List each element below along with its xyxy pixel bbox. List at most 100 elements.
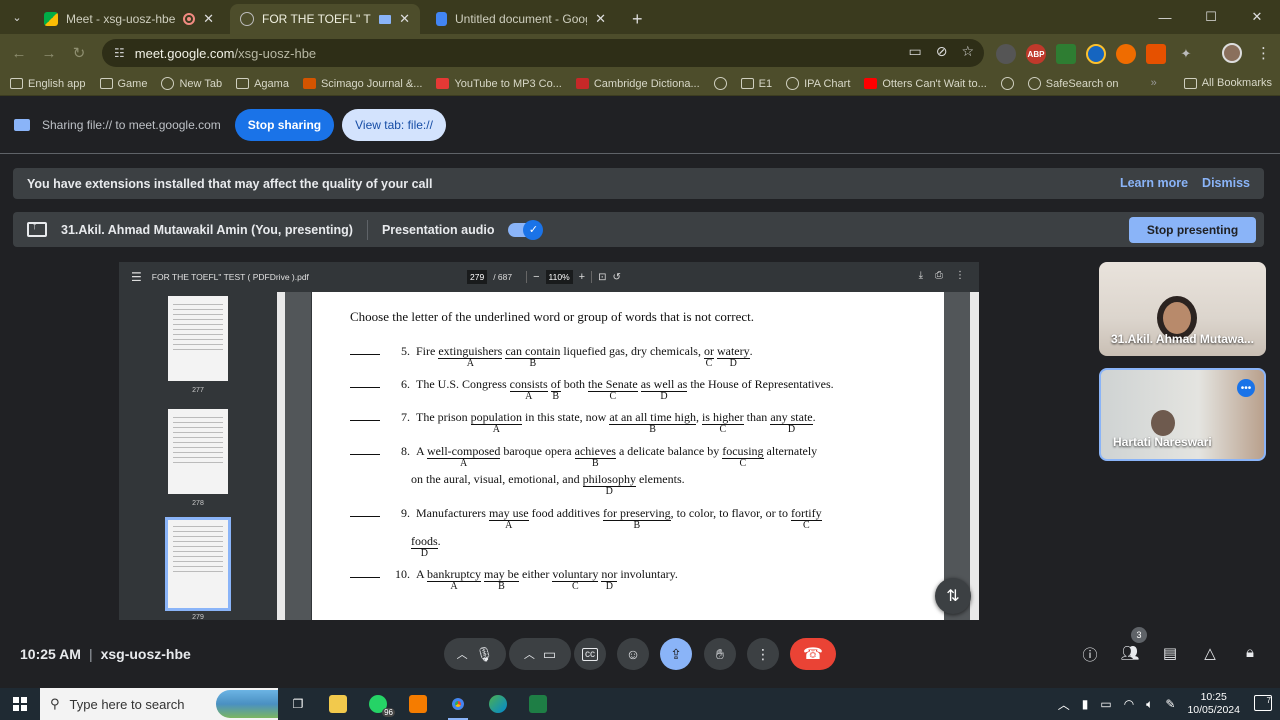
edge-button[interactable]	[478, 688, 518, 720]
participant-tile-active[interactable]: ••• Hartati Nareswari	[1099, 368, 1266, 461]
download-icon[interactable]: ⤓	[919, 270, 923, 281]
extension-icon[interactable]	[996, 44, 1016, 64]
bookmark-item[interactable]: E1	[740, 78, 772, 90]
whatsapp-button[interactable]: 96	[358, 688, 398, 720]
start-button[interactable]	[0, 697, 40, 711]
view-tab-button[interactable]: View tab: file://	[342, 108, 446, 141]
zoom-input[interactable]: 110%	[545, 270, 573, 284]
thumbnail-scrollbar[interactable]	[277, 292, 285, 620]
taskbar-clock[interactable]: 10:25 10/05/2024	[1187, 691, 1240, 717]
reactions-button[interactable]: ☺	[617, 638, 649, 670]
camera-icon[interactable]: ▭	[908, 43, 921, 60]
microphone-control[interactable]: ︿ 🎙︎	[444, 638, 506, 670]
document-scrollbar[interactable]	[970, 292, 979, 620]
stop-sharing-button[interactable]: Stop sharing	[234, 108, 335, 141]
tab-meet[interactable]: Meet - xsg-uosz-hbe ✕	[34, 4, 224, 34]
rotate-icon[interactable]: ↺	[612, 272, 620, 283]
extensions-puzzle-icon[interactable]: ✦	[1176, 44, 1196, 64]
chevron-right-icon[interactable]: »	[1151, 77, 1157, 89]
page-number-input[interactable]: 279	[467, 270, 488, 284]
app-button[interactable]	[398, 688, 438, 720]
people-icon[interactable]: 👥︎	[1119, 644, 1141, 662]
bookmark-folder[interactable]: English app	[10, 78, 86, 90]
raise-hand-button[interactable]: ✋︎	[704, 638, 736, 670]
bookmark-folder[interactable]: Agama	[236, 78, 289, 90]
profile-avatar[interactable]	[1222, 43, 1242, 63]
task-view-button[interactable]: ❐	[278, 688, 318, 720]
menu-icon[interactable]: ☰	[131, 270, 142, 284]
activities-icon[interactable]: △	[1199, 644, 1221, 662]
participant-tile[interactable]: 31.Akil. Ahmad Mutawa...	[1099, 262, 1266, 356]
bookmark-folder[interactable]: Game	[99, 78, 147, 90]
leave-call-button[interactable]: ☎︎	[790, 638, 836, 670]
microphone-icon[interactable]: ▮	[1082, 697, 1089, 711]
wifi-icon[interactable]: ◠	[1124, 697, 1134, 711]
fit-page-icon[interactable]: ⊡	[598, 272, 606, 283]
chevron-up-icon[interactable]: ︿	[524, 646, 535, 662]
all-bookmarks[interactable]: » All Bookmarks	[1151, 77, 1272, 89]
captions-button[interactable]: cc	[574, 638, 606, 670]
chrome-button[interactable]	[438, 688, 478, 720]
tab-pdf[interactable]: FOR THE TOEFL" TEST ( PDF ✕	[230, 4, 420, 34]
camera-control[interactable]: ︿ ▭	[509, 638, 571, 670]
extension-square-icon[interactable]	[1146, 44, 1166, 64]
more-options-button[interactable]: ⋮	[747, 638, 779, 670]
pen-icon[interactable]: ✎	[1165, 697, 1175, 711]
tab-docs[interactable]: Untitled document - Google D ✕	[426, 4, 616, 34]
page-thumbnail[interactable]	[168, 296, 228, 381]
maximize-icon[interactable]: ☐	[1188, 0, 1234, 34]
dismiss-link[interactable]: Dismiss	[1202, 176, 1250, 190]
extension-orange-icon[interactable]	[1116, 44, 1136, 64]
extension-leaf-icon[interactable]	[1056, 44, 1076, 64]
bookmark-star-icon[interactable]: ☆	[961, 43, 974, 60]
more-options-icon[interactable]: •••	[1237, 379, 1255, 397]
close-tab-icon[interactable]: ✕	[203, 11, 214, 27]
close-tab-icon[interactable]: ✕	[595, 11, 606, 27]
chat-icon[interactable]: ▤	[1159, 644, 1181, 662]
chrome-menu-icon[interactable]: ⋮	[1256, 44, 1271, 62]
bookmark-item[interactable]: IPA Chart	[786, 77, 850, 90]
back-icon[interactable]: ←	[4, 45, 34, 62]
file-explorer-button[interactable]	[318, 688, 358, 720]
adblock-plus-icon[interactable]: ABP	[1026, 44, 1046, 64]
page-thumbnail[interactable]	[168, 409, 228, 494]
bookmark-item[interactable]: YouTube to MP3 Co...	[436, 78, 562, 90]
minimize-icon[interactable]: —	[1142, 0, 1188, 34]
notification-center-icon[interactable]: 7	[1254, 695, 1272, 711]
host-controls-icon[interactable]: 🔒︎	[1239, 644, 1261, 661]
bookmark-item[interactable]: SafeSearch on	[1027, 77, 1119, 90]
forward-icon[interactable]: →	[34, 45, 64, 62]
more-options-icon[interactable]: ⋮	[955, 270, 965, 281]
chevron-up-icon[interactable]: ︿	[1058, 696, 1070, 713]
bookmark-item[interactable]: Otters Can't Wait to...	[864, 78, 987, 90]
address-bar[interactable]: ☷ meet.google.com/xsg-uosz-hbe ▭ ⊘ ☆	[102, 39, 984, 67]
stop-presenting-button[interactable]: Stop presenting	[1129, 217, 1256, 243]
eye-off-icon[interactable]: ⊘	[936, 43, 948, 60]
print-icon[interactable]: ⎙	[935, 270, 943, 281]
bookmark-item[interactable]	[713, 77, 727, 90]
close-tab-icon[interactable]: ✕	[399, 11, 410, 27]
presentation-audio-toggle[interactable]: ✓	[508, 219, 544, 240]
close-window-icon[interactable]: ✕	[1234, 0, 1280, 34]
present-now-button[interactable]: ⇪	[660, 638, 692, 670]
zoom-out-icon[interactable]: −	[533, 271, 539, 283]
extension-ring-icon[interactable]	[1086, 44, 1106, 64]
volume-icon[interactable]: 🔈︎	[1146, 697, 1153, 712]
taskbar-search[interactable]: ⚲ Type here to search	[40, 688, 278, 720]
tab-search-chevron-icon[interactable]: ⌄	[0, 0, 34, 34]
bookmark-item[interactable]	[1000, 77, 1014, 90]
excel-button[interactable]	[518, 688, 558, 720]
page-thumbnail-selected[interactable]	[165, 517, 231, 611]
new-tab-button[interactable]: +	[622, 4, 653, 34]
meeting-info-icon[interactable]: ⓘ	[1079, 644, 1101, 665]
chevron-up-icon[interactable]: ︿	[457, 646, 468, 662]
learn-more-link[interactable]: Learn more	[1120, 176, 1188, 190]
battery-icon[interactable]: ▭	[1100, 697, 1111, 711]
bookmark-item[interactable]: Scimago Journal &...	[302, 78, 422, 90]
site-info-icon[interactable]: ☷	[114, 46, 125, 60]
bookmark-item[interactable]: New Tab	[161, 77, 222, 90]
swap-layout-button[interactable]: ⇅	[935, 578, 971, 614]
bookmark-item[interactable]: Cambridge Dictiona...	[575, 78, 700, 90]
zoom-in-icon[interactable]: +	[579, 271, 585, 283]
reload-icon[interactable]: ↻	[64, 44, 94, 62]
